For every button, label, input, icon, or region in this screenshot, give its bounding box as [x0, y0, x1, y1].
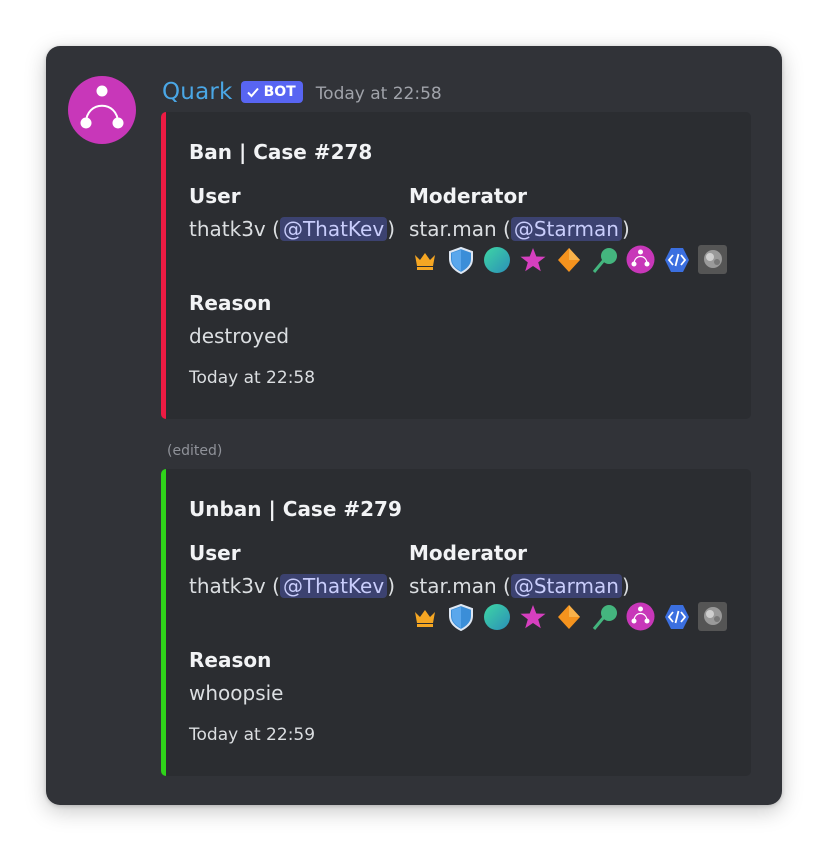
moderator-name: star.man — [409, 574, 497, 598]
user-field-label: User — [189, 184, 241, 208]
user-field-value: thatk3v (@ThatKev) — [189, 217, 395, 241]
bot-label: BOT — [263, 84, 296, 100]
shield-badge-icon[interactable] — [446, 245, 475, 274]
quark-badge-icon[interactable] — [626, 245, 655, 274]
moderator-mention[interactable]: @Starman — [510, 574, 622, 598]
message-header: Quark BOT Today at 22:58 — [162, 76, 442, 108]
moderator-field-value: star.man (@Starman) — [409, 217, 630, 241]
crown-badge-icon[interactable] — [410, 245, 439, 274]
moderator-mention[interactable]: @Starman — [510, 217, 622, 241]
moderator-badges — [410, 602, 727, 631]
reason-field-value: whoopsie — [189, 681, 284, 705]
photo-badge-icon[interactable] — [698, 602, 727, 631]
moderator-name: star.man — [409, 217, 497, 241]
star-badge-icon[interactable] — [518, 245, 547, 274]
moderator-field-label: Moderator — [409, 184, 528, 208]
embed-footer-timestamp: Today at 22:59 — [189, 725, 316, 745]
user-field-value: thatk3v (@ThatKev) — [189, 574, 395, 598]
embed-title: Ban | Case #278 — [189, 140, 373, 164]
user-name: thatk3v — [189, 217, 266, 241]
discord-message-window: Quark BOT Today at 22:58 Ban | Case #278… — [46, 46, 782, 805]
user-name: thatk3v — [189, 574, 266, 598]
leaf-badge-icon[interactable] — [590, 245, 619, 274]
diamond-badge-icon[interactable] — [554, 602, 583, 631]
bot-badge: BOT — [240, 81, 303, 103]
user-mention[interactable]: @ThatKev — [279, 574, 388, 598]
leaf-badge-icon[interactable] — [590, 602, 619, 631]
dev-badge-icon[interactable] — [662, 602, 691, 631]
dev-badge-icon[interactable] — [662, 245, 691, 274]
crown-badge-icon[interactable] — [410, 602, 439, 631]
reason-field-label: Reason — [189, 291, 272, 315]
edited-indicator[interactable]: (edited) — [167, 443, 222, 459]
quark-avatar[interactable] — [68, 76, 136, 144]
shield-badge-icon[interactable] — [446, 602, 475, 631]
globe-badge-icon[interactable] — [482, 602, 511, 631]
verified-check-icon — [246, 87, 259, 98]
moderator-field-label: Moderator — [409, 541, 528, 565]
ban-case-embed: Ban | Case #278 User thatk3v (@ThatKev) … — [161, 112, 751, 419]
message-timestamp[interactable]: Today at 22:58 — [316, 84, 442, 104]
photo-badge-icon[interactable] — [698, 245, 727, 274]
reason-field-value: destroyed — [189, 324, 290, 348]
star-badge-icon[interactable] — [518, 602, 547, 631]
quark-badge-icon[interactable] — [626, 602, 655, 631]
diamond-badge-icon[interactable] — [554, 245, 583, 274]
embed-title: Unban | Case #279 — [189, 497, 402, 521]
globe-badge-icon[interactable] — [482, 245, 511, 274]
embed-footer-timestamp: Today at 22:58 — [189, 368, 316, 388]
user-mention[interactable]: @ThatKev — [279, 217, 388, 241]
reason-field-label: Reason — [189, 648, 272, 672]
moderator-field-value: star.man (@Starman) — [409, 574, 630, 598]
unban-case-embed: Unban | Case #279 User thatk3v (@ThatKev… — [161, 469, 751, 776]
moderator-badges — [410, 245, 727, 274]
author-name[interactable]: Quark — [162, 79, 233, 105]
user-field-label: User — [189, 541, 241, 565]
quark-logo-icon — [80, 85, 124, 129]
